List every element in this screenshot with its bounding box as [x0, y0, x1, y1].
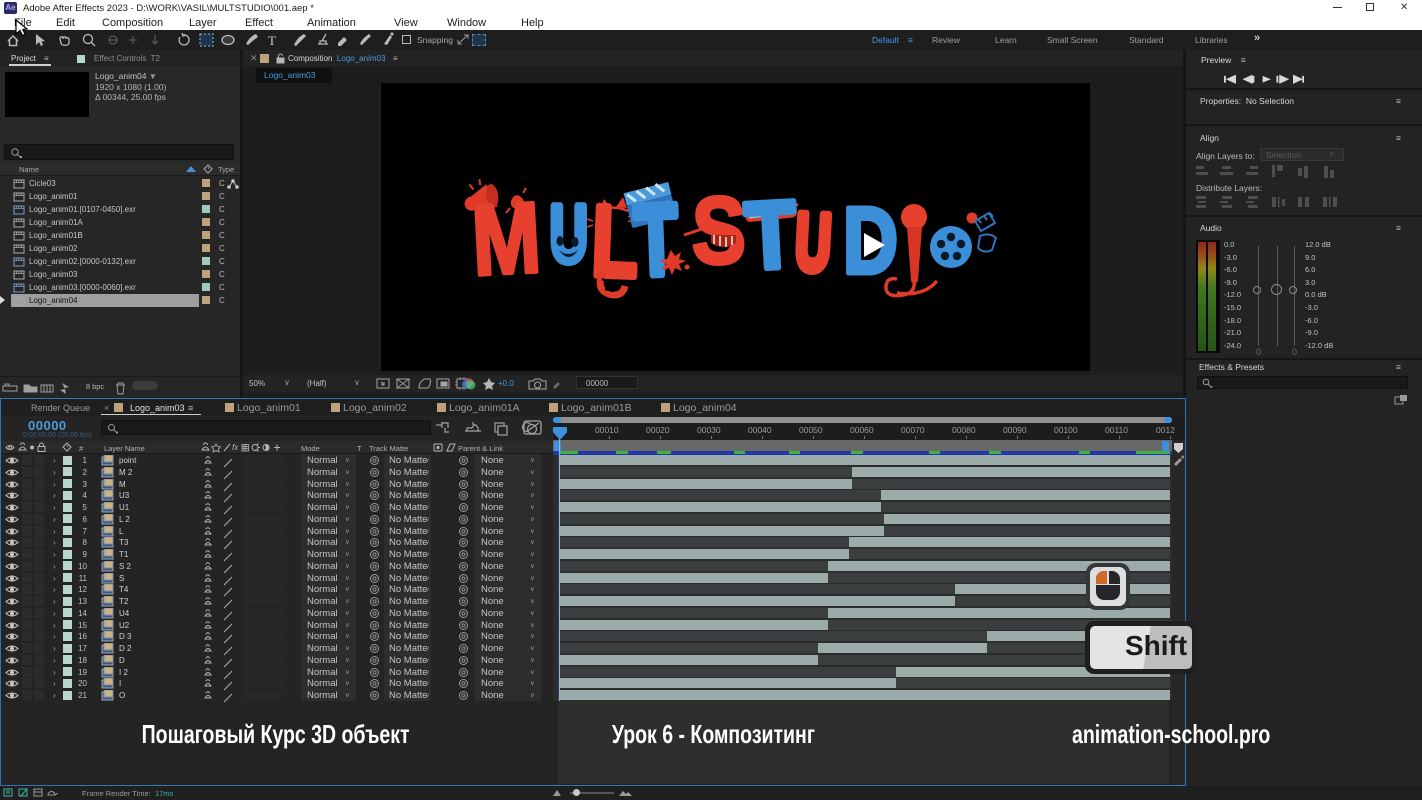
- svg-text:T: T: [268, 33, 276, 48]
- svg-text:T: T: [633, 184, 680, 297]
- svg-text:T: T: [742, 180, 799, 289]
- svg-text:U: U: [793, 197, 833, 289]
- svg-text:fx: fx: [232, 443, 239, 452]
- svg-text:M: M: [469, 182, 543, 297]
- svg-text:U: U: [550, 190, 588, 279]
- svg-text:S: S: [692, 177, 746, 284]
